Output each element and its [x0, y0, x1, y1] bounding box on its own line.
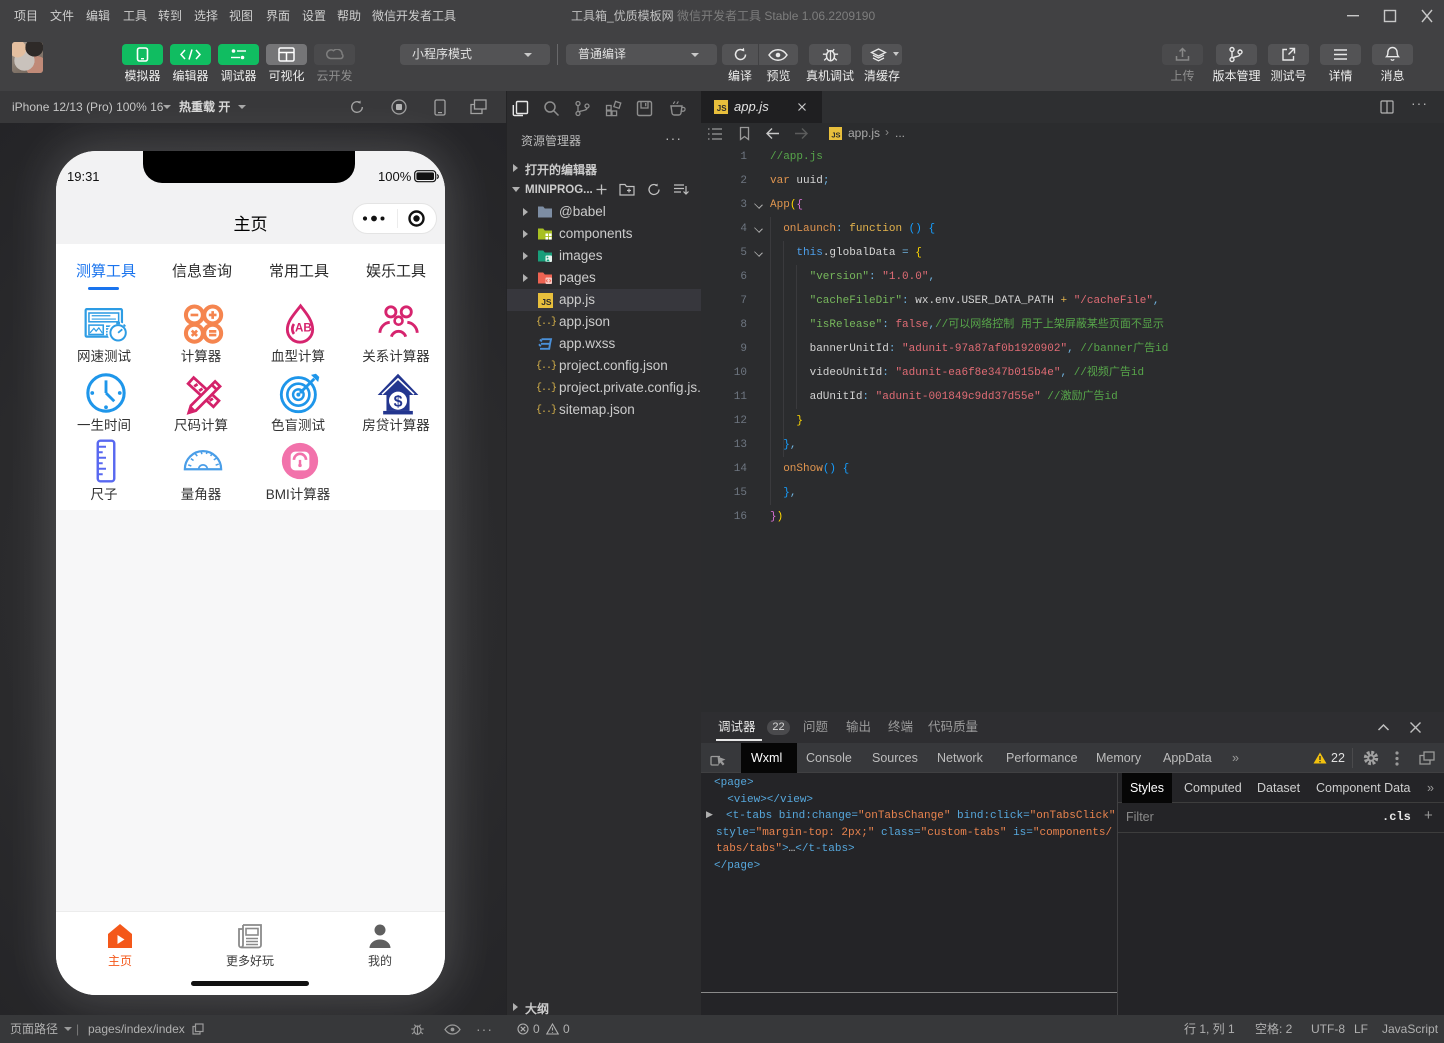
svg-text:JS: JS	[541, 297, 552, 307]
svg-text:$: $	[394, 393, 403, 410]
svg-text:JS: JS	[717, 104, 727, 113]
svg-text:JS: JS	[831, 130, 840, 139]
svg-text:AB: AB	[295, 323, 312, 335]
